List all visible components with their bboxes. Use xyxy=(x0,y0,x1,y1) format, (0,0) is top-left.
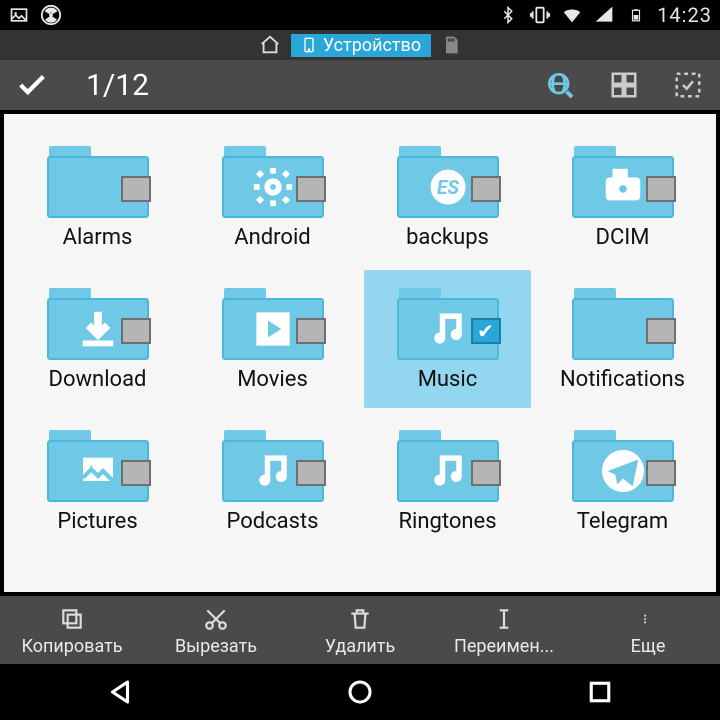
folder-item[interactable]: Podcasts xyxy=(189,412,356,550)
folder-icon: ✔ xyxy=(393,286,503,364)
folder-item[interactable]: ✔ Music xyxy=(364,270,531,408)
selection-checkbox[interactable] xyxy=(471,176,501,202)
cut-icon xyxy=(201,604,231,634)
more-label: Еще xyxy=(631,636,666,657)
folder-label: DCIM xyxy=(596,226,650,249)
nav-recents-button[interactable] xyxy=(570,672,630,712)
folder-grid: Alarms Android ES backups DCIM Download Movies… xyxy=(4,114,716,592)
folder-item[interactable]: DCIM xyxy=(539,128,706,266)
wifi-icon xyxy=(561,4,583,26)
path-bar: Устройство xyxy=(0,30,720,60)
folder-item[interactable]: Telegram xyxy=(539,412,706,550)
selection-checkbox[interactable]: ✔ xyxy=(471,318,501,344)
selection-checkbox[interactable] xyxy=(646,318,676,344)
battery-icon xyxy=(625,4,647,26)
folder-icon xyxy=(568,144,678,222)
system-nav-bar xyxy=(0,664,720,720)
view-mode-button[interactable] xyxy=(606,67,642,103)
folder-item[interactable]: Alarms xyxy=(14,128,181,266)
selection-checkbox[interactable] xyxy=(296,176,326,202)
folder-item[interactable]: Movies xyxy=(189,270,356,408)
bluetooth-icon xyxy=(497,4,519,26)
folder-icon xyxy=(43,428,153,506)
selection-checkbox[interactable] xyxy=(646,176,676,202)
clock: 14:23 xyxy=(657,3,712,27)
folder-label: Alarms xyxy=(63,226,133,249)
folder-label: Telegram xyxy=(577,510,668,533)
folder-item[interactable]: Notifications xyxy=(539,270,706,408)
breadcrumb-label: Устройство xyxy=(323,35,421,56)
folder-icon xyxy=(218,286,328,364)
notification-image-icon xyxy=(8,4,30,26)
folder-icon xyxy=(568,286,678,364)
rename-label: Переимен... xyxy=(454,636,554,657)
copy-label: Копировать xyxy=(21,636,122,657)
folder-label: Ringtones xyxy=(398,510,496,533)
folder-label: Pictures xyxy=(57,510,137,533)
nav-back-button[interactable] xyxy=(90,672,150,712)
selection-checkbox[interactable] xyxy=(121,460,151,486)
folder-label: Movies xyxy=(237,368,308,391)
status-bar: 14:23 xyxy=(0,0,720,30)
folder-item[interactable]: Ringtones xyxy=(364,412,531,550)
copy-button[interactable]: Копировать xyxy=(0,596,144,664)
selection-toolbar: 1/12 xyxy=(0,60,720,110)
rename-button[interactable]: Переимен... xyxy=(432,596,576,664)
delete-icon xyxy=(345,604,375,634)
signal-icon xyxy=(593,4,615,26)
copy-icon xyxy=(57,604,87,634)
folder-icon xyxy=(568,428,678,506)
folder-label: Music xyxy=(418,368,478,391)
selection-checkbox[interactable] xyxy=(121,318,151,344)
delete-label: Удалить xyxy=(325,636,395,657)
folder-item[interactable]: ES backups xyxy=(364,128,531,266)
more-icon xyxy=(633,604,663,634)
folder-icon xyxy=(393,428,503,506)
folder-icon xyxy=(43,286,153,364)
folder-icon: ES xyxy=(393,144,503,222)
selection-checkbox[interactable] xyxy=(121,176,151,202)
folder-label: Download xyxy=(49,368,147,391)
select-all-button[interactable] xyxy=(670,67,706,103)
rename-icon xyxy=(489,604,519,634)
breadcrumb-device[interactable]: Устройство xyxy=(291,34,431,57)
selection-checkbox[interactable] xyxy=(471,460,501,486)
notification-radiation-icon xyxy=(40,4,62,26)
selection-checkbox[interactable] xyxy=(646,460,676,486)
more-button[interactable]: Еще xyxy=(576,596,720,664)
folder-label: backups xyxy=(406,226,489,249)
selection-checkbox[interactable] xyxy=(296,318,326,344)
action-bar: Копировать Вырезать Удалить Переимен... … xyxy=(0,596,720,664)
selection-count: 1/12 xyxy=(86,68,149,103)
folder-icon xyxy=(43,144,153,222)
folder-label: Android xyxy=(234,226,310,249)
folder-item[interactable]: Pictures xyxy=(14,412,181,550)
cut-button[interactable]: Вырезать xyxy=(144,596,288,664)
delete-button[interactable]: Удалить xyxy=(288,596,432,664)
sd-card-icon[interactable] xyxy=(441,34,461,56)
home-icon[interactable] xyxy=(259,34,281,56)
folder-item[interactable]: Android xyxy=(189,128,356,266)
vibrate-icon xyxy=(529,4,551,26)
folder-item[interactable]: Download xyxy=(14,270,181,408)
svg-text:ES: ES xyxy=(437,176,459,199)
folder-icon xyxy=(218,428,328,506)
folder-label: Notifications xyxy=(560,368,685,391)
nav-home-button[interactable] xyxy=(330,672,390,712)
cut-label: Вырезать xyxy=(175,636,257,657)
search-web-button[interactable] xyxy=(542,67,578,103)
folder-label: Podcasts xyxy=(226,510,318,533)
selection-checkbox[interactable] xyxy=(296,460,326,486)
folder-icon xyxy=(218,144,328,222)
confirm-selection-button[interactable] xyxy=(14,67,50,103)
